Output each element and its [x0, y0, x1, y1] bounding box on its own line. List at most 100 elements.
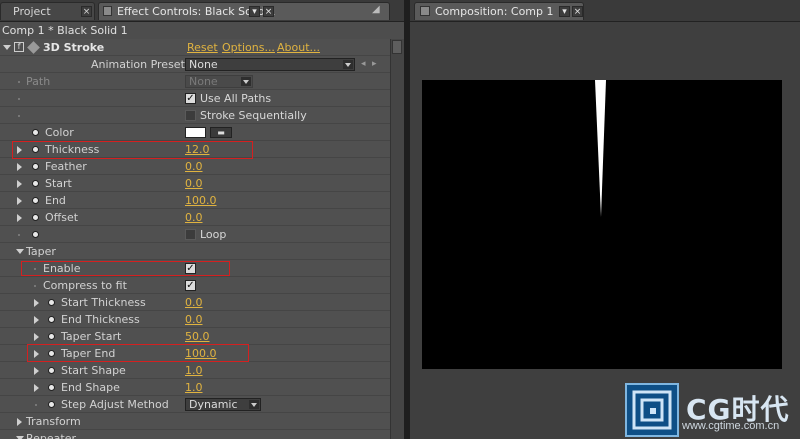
compress-label: Compress to fit [43, 279, 127, 292]
chevron-down-icon[interactable]: ▾ [559, 6, 570, 17]
close-icon[interactable]: × [263, 6, 274, 17]
collapse-triangle-icon[interactable] [3, 45, 11, 50]
step-adjust-dropdown[interactable]: Dynamic [185, 398, 261, 411]
expand-triangle-icon[interactable] [34, 350, 39, 358]
stopwatch-icon[interactable] [48, 316, 55, 323]
start-shape-label: Start Shape [61, 364, 126, 377]
close-icon[interactable]: × [572, 6, 583, 17]
stopwatch-icon[interactable] [48, 333, 55, 340]
tab-composition[interactable]: Composition: Comp 1 ▾ × [414, 2, 584, 20]
stopwatch-icon[interactable] [32, 180, 39, 187]
start-label: Start [45, 177, 72, 190]
eyedropper-icon[interactable]: ▬ [210, 127, 232, 138]
panel-menu-icon[interactable]: ◢ [372, 4, 380, 15]
end-thickness-value[interactable]: 0.0 [185, 311, 203, 328]
end-thickness-row: End Thickness 0.0 [0, 311, 390, 328]
stopwatch-icon[interactable] [48, 367, 55, 374]
right-tab-bar: Composition: Comp 1 ▾ × [410, 0, 800, 22]
fx-icon[interactable]: f [14, 42, 24, 52]
path-row: Path None [0, 73, 390, 90]
stopwatch-icon[interactable] [32, 163, 39, 170]
stopwatch-icon[interactable] [32, 197, 39, 204]
tab-project[interactable]: Project × [0, 2, 95, 20]
start-row: Start 0.0 [0, 175, 390, 192]
reset-link[interactable]: Reset [187, 39, 218, 56]
expand-triangle-icon[interactable] [34, 367, 39, 375]
tab-effect-controls[interactable]: Effect Controls: Black Solid 1 ▾ × [98, 2, 390, 20]
stopwatch-icon[interactable] [48, 401, 55, 408]
transform-group-row: Transform [0, 413, 390, 430]
compress-checkbox[interactable]: ✓ [185, 280, 196, 291]
animation-presets-dropdown[interactable]: None [185, 58, 355, 71]
end-shape-label: End Shape [61, 381, 120, 394]
start-shape-value[interactable]: 1.0 [185, 362, 203, 379]
transform-label: Transform [26, 415, 81, 428]
watermark-url: www.cgtime.com.cn [682, 420, 780, 432]
chevron-down-icon [249, 400, 259, 409]
dot-icon [18, 234, 20, 236]
dot-icon [34, 268, 36, 270]
animation-presets-label: Animation Presets: [91, 58, 195, 71]
stopwatch-icon[interactable] [48, 350, 55, 357]
end-shape-value[interactable]: 1.0 [185, 379, 203, 396]
start-thickness-value[interactable]: 0.0 [185, 294, 203, 311]
loop-checkbox[interactable] [185, 229, 196, 240]
plugin-cube-icon [27, 41, 40, 54]
expand-triangle-icon[interactable] [17, 418, 22, 426]
taper-end-value[interactable]: 100.0 [185, 345, 217, 362]
dot-icon [18, 115, 20, 117]
stopwatch-icon[interactable] [32, 129, 39, 136]
expand-triangle-icon[interactable] [34, 333, 39, 341]
taper-enable-row: Enable ✓ [0, 260, 390, 277]
stroke-sequentially-row: Stroke Sequentially [0, 107, 390, 124]
next-preset-icon[interactable]: ▸ [372, 56, 377, 73]
stopwatch-icon[interactable] [48, 384, 55, 391]
close-icon[interactable]: ▾ [249, 6, 260, 17]
expand-triangle-icon[interactable] [17, 214, 22, 222]
expand-triangle-icon[interactable] [17, 163, 22, 171]
vertical-scrollbar[interactable] [390, 39, 404, 439]
step-adjust-value: Dynamic [189, 398, 238, 411]
taper-enable-checkbox[interactable]: ✓ [185, 263, 196, 274]
start-value[interactable]: 0.0 [185, 175, 203, 192]
color-label: Color [45, 126, 74, 139]
use-all-paths-label: Use All Paths [200, 92, 272, 105]
repeater-label: Repeater [26, 432, 77, 439]
end-label: End [45, 194, 66, 207]
prev-preset-icon[interactable]: ◂ [361, 56, 366, 73]
expand-triangle-icon[interactable] [34, 384, 39, 392]
stopwatch-icon[interactable] [48, 299, 55, 306]
thickness-value[interactable]: 12.0 [185, 141, 210, 158]
stroke-sequentially-checkbox[interactable] [185, 110, 196, 121]
composition-viewer[interactable] [422, 80, 782, 369]
close-icon[interactable]: × [81, 6, 92, 17]
effect-header-row: f 3D Stroke Reset Options... About... [0, 39, 390, 56]
tab-composition-label: Composition: Comp 1 [435, 5, 554, 18]
stroke-render [595, 80, 606, 217]
expand-triangle-icon[interactable] [17, 197, 22, 205]
use-all-paths-checkbox[interactable]: ✓ [185, 93, 196, 104]
end-value[interactable]: 100.0 [185, 192, 217, 209]
about-link[interactable]: About... [277, 39, 320, 56]
options-link[interactable]: Options... [222, 39, 275, 56]
offset-value[interactable]: 0.0 [185, 209, 203, 226]
feather-value[interactable]: 0.0 [185, 158, 203, 175]
dot-icon [18, 98, 20, 100]
path-dropdown[interactable]: None [185, 75, 253, 88]
collapse-triangle-icon[interactable] [16, 249, 24, 254]
stopwatch-icon[interactable] [32, 146, 39, 153]
stopwatch-icon[interactable] [32, 231, 39, 238]
expand-triangle-icon[interactable] [34, 316, 39, 324]
expand-triangle-icon[interactable] [17, 146, 22, 154]
loop-row: Loop [0, 226, 390, 243]
taper-label: Taper [26, 245, 56, 258]
path-label: Path [26, 75, 51, 88]
expand-triangle-icon[interactable] [17, 180, 22, 188]
expand-triangle-icon[interactable] [34, 299, 39, 307]
scrollbar-thumb[interactable] [392, 40, 402, 54]
color-swatch[interactable] [185, 127, 206, 138]
stopwatch-icon[interactable] [32, 214, 39, 221]
start-shape-row: Start Shape 1.0 [0, 362, 390, 379]
taper-start-value[interactable]: 50.0 [185, 328, 210, 345]
path-value: None [189, 75, 218, 88]
